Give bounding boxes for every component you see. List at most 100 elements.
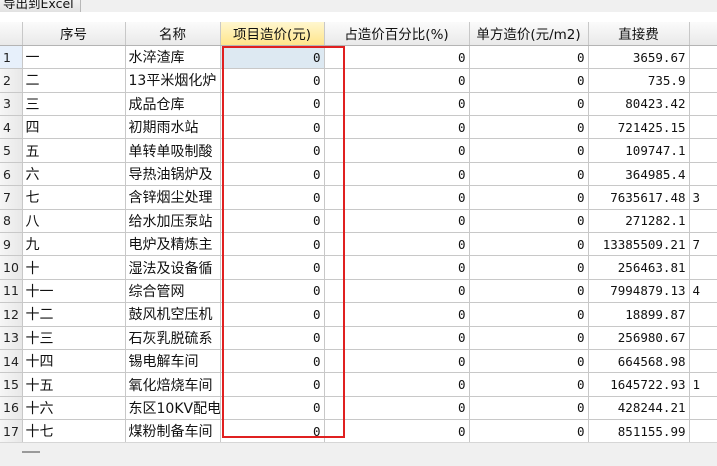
cell-name[interactable]: 氧化焙烧车间 bbox=[125, 372, 221, 397]
horizontal-scrollbar[interactable] bbox=[0, 442, 717, 466]
cell-unit-cost[interactable]: 0 bbox=[469, 372, 589, 397]
cell-seq[interactable]: 十四 bbox=[22, 349, 126, 374]
cell-project-cost[interactable]: 0 bbox=[220, 326, 325, 350]
column-header-direct-cost[interactable]: 直接费 bbox=[588, 22, 690, 46]
row-number[interactable]: 1 bbox=[0, 45, 23, 70]
cell-cost-percent[interactable]: 0 bbox=[324, 326, 470, 350]
cell-next[interactable] bbox=[689, 349, 717, 374]
cell-project-cost[interactable]: 0 bbox=[220, 302, 325, 327]
row-number[interactable]: 12 bbox=[0, 302, 23, 327]
cell-unit-cost[interactable]: 0 bbox=[469, 279, 589, 304]
column-header-unit-cost[interactable]: 单方造价(元/m2) bbox=[469, 22, 589, 46]
cell-seq[interactable]: 十三 bbox=[22, 326, 126, 350]
cell-project-cost[interactable]: 0 bbox=[220, 279, 325, 304]
cell-next[interactable] bbox=[689, 115, 717, 140]
cell-name[interactable]: 电炉及精炼主 bbox=[125, 232, 221, 257]
table-row[interactable]: 4 四初期雨水站 0 0 0 721425.15 bbox=[0, 115, 717, 140]
row-number[interactable]: 2 bbox=[0, 68, 23, 93]
cell-next[interactable] bbox=[689, 419, 717, 442]
cell-next[interactable]: 4 bbox=[689, 279, 717, 304]
table-row[interactable]: 6 六导热油锅炉及 0 0 0 364985.4 bbox=[0, 162, 717, 187]
cell-seq[interactable]: 六 bbox=[22, 162, 126, 187]
row-number[interactable]: 13 bbox=[0, 326, 23, 350]
cell-cost-percent[interactable]: 0 bbox=[324, 372, 470, 397]
cell-cost-percent[interactable]: 0 bbox=[324, 185, 470, 210]
cell-unit-cost[interactable]: 0 bbox=[469, 326, 589, 350]
row-number[interactable]: 17 bbox=[0, 419, 23, 442]
cell-name[interactable]: 成品仓库 bbox=[125, 92, 221, 117]
cell-unit-cost[interactable]: 0 bbox=[469, 68, 589, 93]
cell-unit-cost[interactable]: 0 bbox=[469, 138, 589, 163]
cell-project-cost[interactable]: 0 bbox=[220, 45, 325, 70]
cell-name[interactable]: 给水加压泵站 bbox=[125, 209, 221, 234]
cell-direct-cost[interactable]: 735.9 bbox=[588, 68, 690, 93]
cell-unit-cost[interactable]: 0 bbox=[469, 92, 589, 117]
cell-project-cost[interactable]: 0 bbox=[220, 185, 325, 210]
column-header-seq[interactable]: 序号 bbox=[22, 22, 126, 46]
cell-direct-cost[interactable]: 256980.67 bbox=[588, 326, 690, 350]
cell-name[interactable]: 鼓风机空压机 bbox=[125, 302, 221, 327]
table-row[interactable]: 15 十五 氧化焙烧车间 0 0 0 1645722.93 1 bbox=[0, 372, 717, 397]
cell-cost-percent[interactable]: 0 bbox=[324, 302, 470, 327]
row-number[interactable]: 5 bbox=[0, 138, 23, 163]
cell-cost-percent[interactable]: 0 bbox=[324, 92, 470, 117]
cell-cost-percent[interactable]: 0 bbox=[324, 419, 470, 442]
row-number[interactable]: 9 bbox=[0, 232, 23, 257]
cell-direct-cost[interactable]: 428244.21 bbox=[588, 396, 690, 421]
cell-direct-cost[interactable]: 1645722.93 bbox=[588, 372, 690, 397]
cell-unit-cost[interactable]: 0 bbox=[469, 185, 589, 210]
cell-seq[interactable]: 八 bbox=[22, 209, 126, 234]
cell-seq[interactable]: 四 bbox=[22, 115, 126, 140]
scrollbar-grip[interactable] bbox=[22, 451, 40, 453]
cell-cost-percent[interactable]: 0 bbox=[324, 209, 470, 234]
cell-direct-cost[interactable]: 256463.81 bbox=[588, 255, 690, 280]
row-number[interactable]: 8 bbox=[0, 209, 23, 234]
cell-next[interactable] bbox=[689, 45, 717, 70]
cell-unit-cost[interactable]: 0 bbox=[469, 115, 589, 140]
cell-direct-cost[interactable]: 3659.67 bbox=[588, 45, 690, 70]
cell-direct-cost[interactable]: 7635617.48 bbox=[588, 185, 690, 210]
column-header-next[interactable] bbox=[689, 22, 717, 46]
cell-name[interactable]: 初期雨水站 bbox=[125, 115, 221, 140]
table-row[interactable]: 17 十七 煤粉制备车间 0 0 0 851155.99 bbox=[0, 419, 717, 442]
cell-name[interactable]: 含锌烟尘处理 bbox=[125, 185, 221, 210]
cell-seq[interactable]: 七 bbox=[22, 185, 126, 210]
cell-project-cost[interactable]: 0 bbox=[220, 209, 325, 234]
cell-project-cost[interactable]: 0 bbox=[220, 68, 325, 93]
cell-seq[interactable]: 五 bbox=[22, 138, 126, 163]
cell-name[interactable]: 东区10KV配电 bbox=[125, 396, 221, 421]
cell-seq[interactable]: 二 bbox=[22, 68, 126, 93]
cell-next[interactable]: 3 bbox=[689, 185, 717, 210]
cell-cost-percent[interactable]: 0 bbox=[324, 232, 470, 257]
cell-name[interactable]: 综合管网 bbox=[125, 279, 221, 304]
cell-name[interactable]: 锡电解车间 bbox=[125, 349, 221, 374]
table-row[interactable]: 1 一水淬渣库 0 0 0 3659.67 bbox=[0, 45, 717, 70]
cell-next[interactable] bbox=[689, 302, 717, 327]
cell-direct-cost[interactable]: 271282.1 bbox=[588, 209, 690, 234]
cell-direct-cost[interactable]: 13385509.21 bbox=[588, 232, 690, 257]
cell-direct-cost[interactable]: 80423.42 bbox=[588, 92, 690, 117]
row-number[interactable]: 15 bbox=[0, 372, 23, 397]
cell-seq[interactable]: 十七 bbox=[22, 419, 126, 442]
cell-cost-percent[interactable]: 0 bbox=[324, 349, 470, 374]
cell-cost-percent[interactable]: 0 bbox=[324, 45, 470, 70]
cell-cost-percent[interactable]: 0 bbox=[324, 255, 470, 280]
row-number[interactable]: 4 bbox=[0, 115, 23, 140]
cell-next[interactable] bbox=[689, 138, 717, 163]
cell-unit-cost[interactable]: 0 bbox=[469, 419, 589, 442]
cell-unit-cost[interactable]: 0 bbox=[469, 302, 589, 327]
cell-name[interactable]: 煤粉制备车间 bbox=[125, 419, 221, 442]
cell-project-cost[interactable]: 0 bbox=[220, 115, 325, 140]
cell-direct-cost[interactable]: 721425.15 bbox=[588, 115, 690, 140]
row-number[interactable]: 3 bbox=[0, 92, 23, 117]
row-number[interactable]: 7 bbox=[0, 185, 23, 210]
cell-unit-cost[interactable]: 0 bbox=[469, 232, 589, 257]
cell-project-cost[interactable]: 0 bbox=[220, 396, 325, 421]
cell-name[interactable]: 水淬渣库 bbox=[125, 45, 221, 70]
table-row[interactable]: 7 七含锌烟尘处理 0 0 0 7635617.48 3 bbox=[0, 185, 717, 210]
cell-unit-cost[interactable]: 0 bbox=[469, 396, 589, 421]
cell-seq[interactable]: 十一 bbox=[22, 279, 126, 304]
cell-direct-cost[interactable]: 18899.87 bbox=[588, 302, 690, 327]
cell-cost-percent[interactable]: 0 bbox=[324, 115, 470, 140]
table-row[interactable]: 9 九电炉及精炼主 0 0 0 13385509.21 7 bbox=[0, 232, 717, 257]
